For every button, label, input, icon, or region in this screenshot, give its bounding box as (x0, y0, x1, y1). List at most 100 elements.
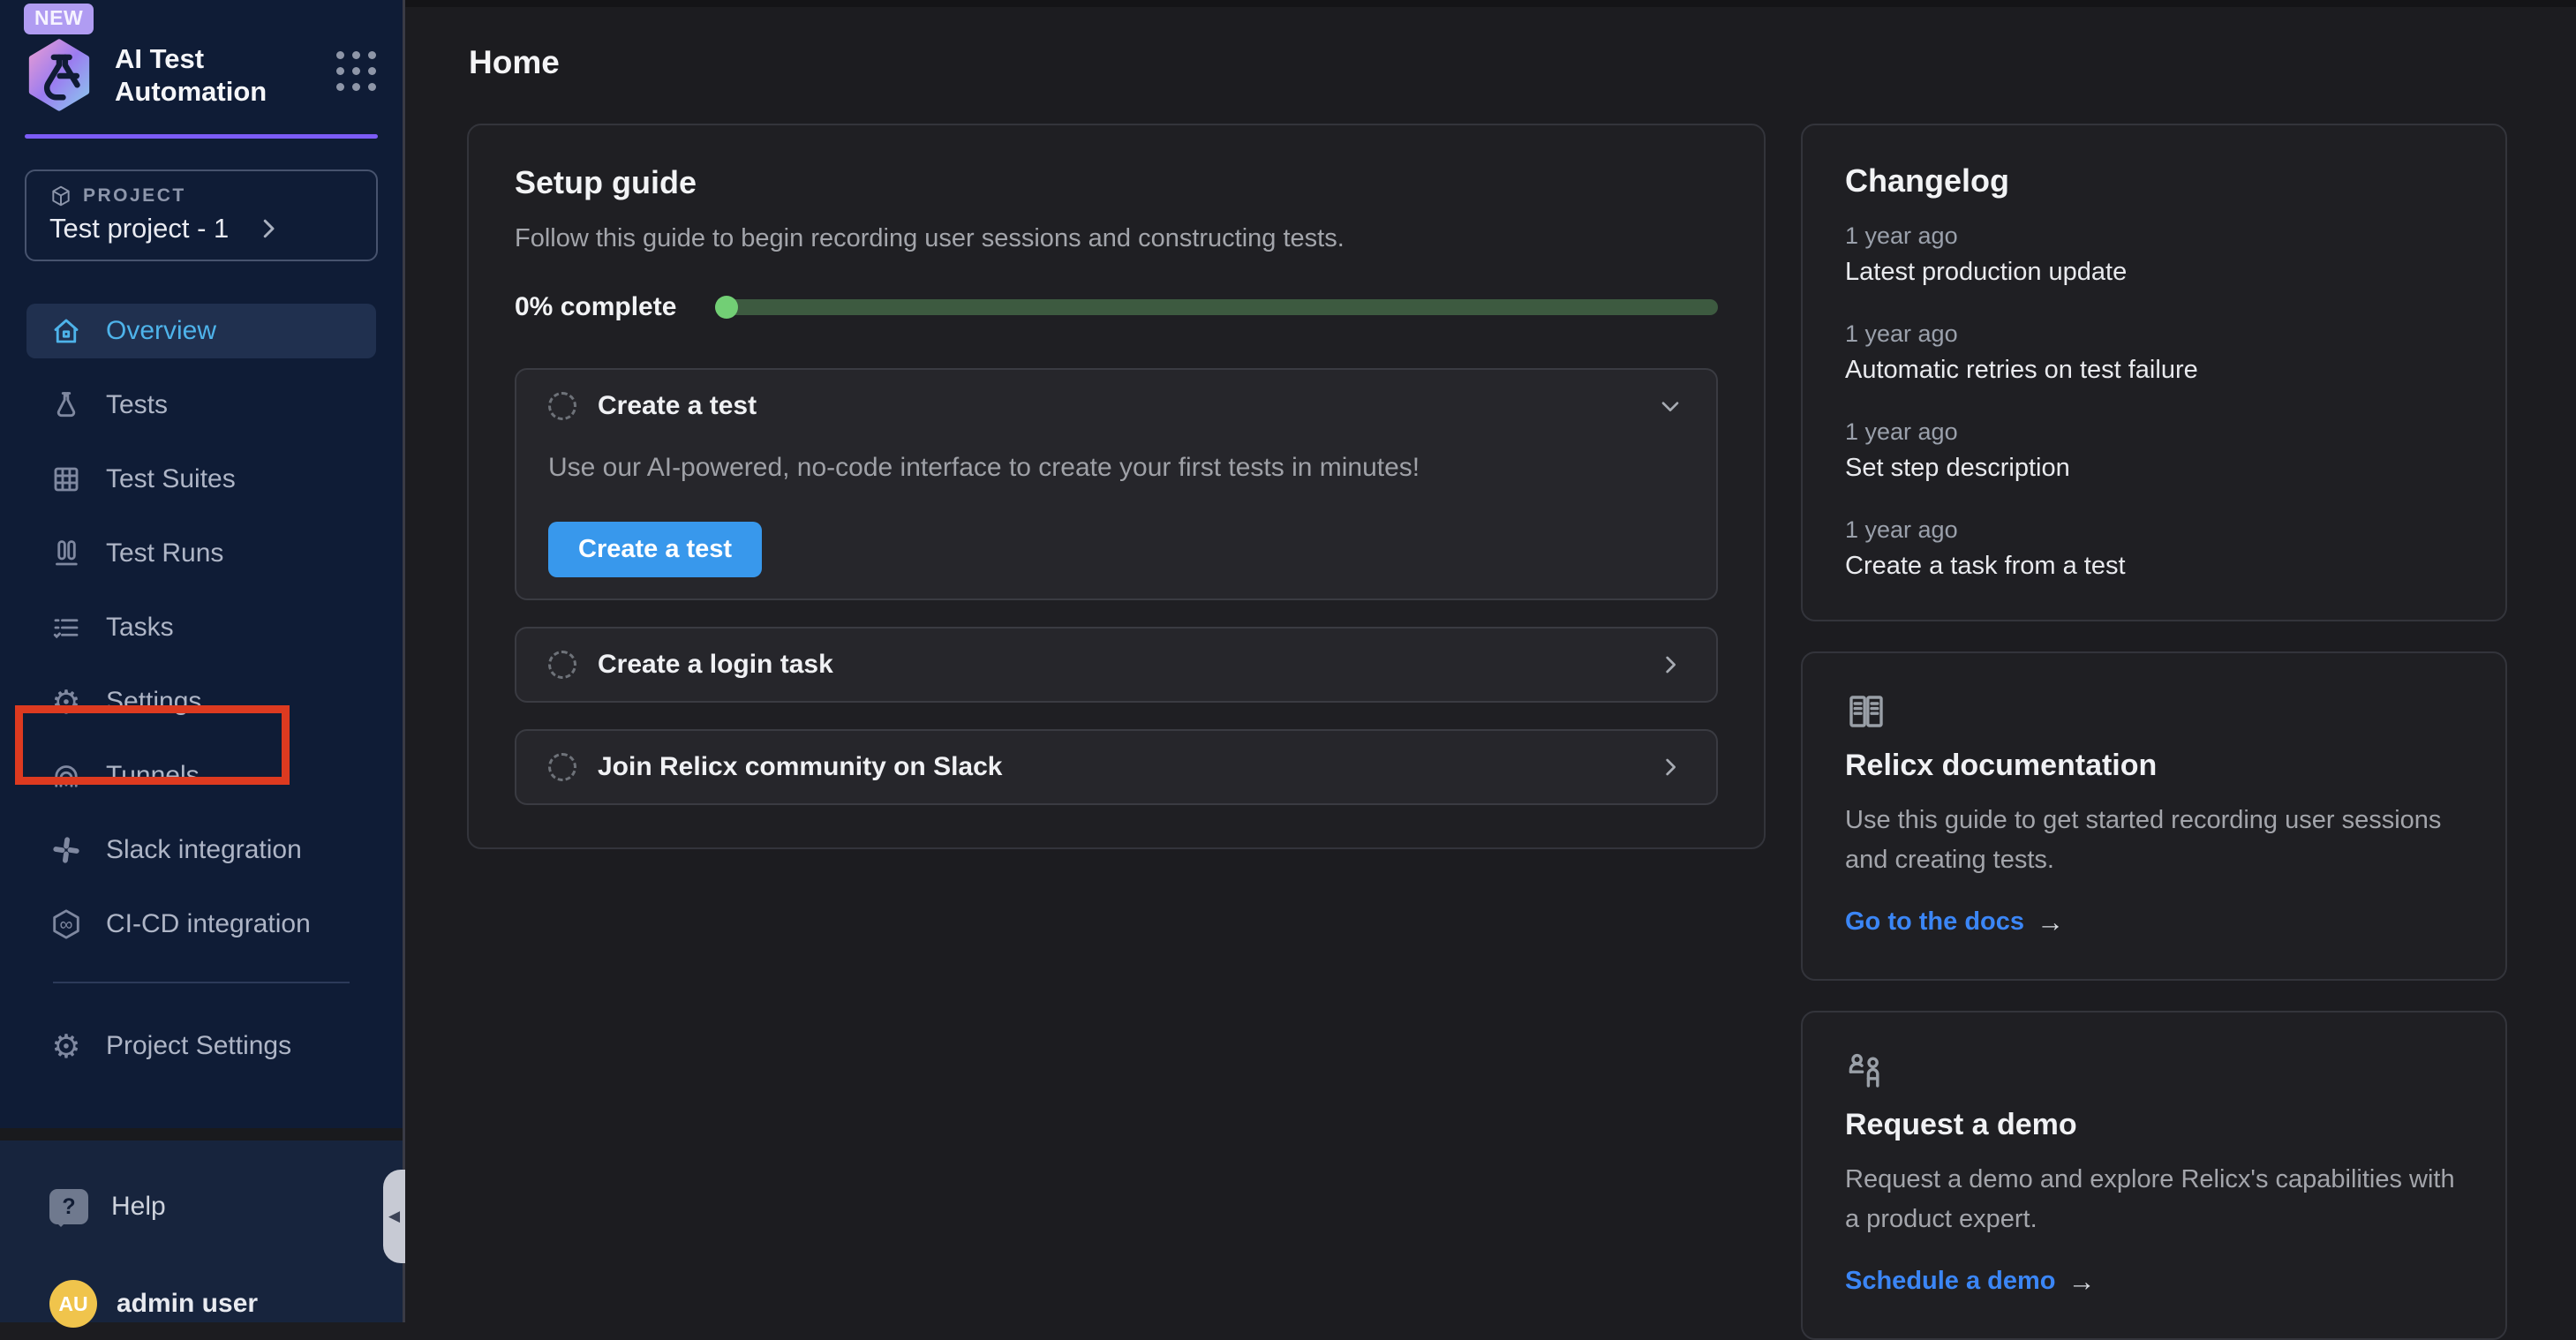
app-title: AI Test Automation (115, 42, 309, 108)
project-selector[interactable]: PROJECT Test project - 1 (25, 169, 378, 261)
sidebar-divider (53, 982, 350, 983)
task-title: Create a login task (598, 650, 833, 680)
task-header[interactable]: Create a test (548, 391, 1684, 421)
page-title: Home (469, 44, 2576, 81)
book-icon (1845, 690, 1887, 733)
task-description: Use our AI-powered, no-code interface to… (548, 453, 1684, 483)
avatar: AU (49, 1280, 97, 1328)
sidebar-item-label: Slack integration (106, 835, 302, 865)
sidebar-bottom-panel: ? Help AU admin user (0, 1128, 403, 1322)
help-icon: ? (49, 1189, 88, 1224)
arrow-right-icon: → (2068, 1266, 2096, 1298)
progress-fill (715, 296, 738, 319)
create-a-test-button[interactable]: Create a test (548, 522, 762, 577)
changelog-entry: 1 year ago Latest production update (1845, 222, 2463, 287)
chevron-left-icon: ◀ (388, 1208, 400, 1225)
setup-task-create-login-task[interactable]: Create a login task (515, 627, 1718, 703)
chevron-right-icon[interactable] (1656, 753, 1684, 781)
sidebar-item-label: Overview (106, 316, 216, 346)
sidebar-item-tasks[interactable]: Tasks (26, 600, 376, 655)
progress-bar (715, 299, 1718, 315)
status-incomplete-icon (548, 392, 576, 420)
sidebar-nav: Overview Tests Test Suites (0, 304, 403, 1073)
sidebar-item-tests[interactable]: Tests (26, 378, 376, 433)
entry-timestamp: 1 year ago (1845, 418, 2463, 446)
sidebar-item-test-runs[interactable]: Test Runs (26, 526, 376, 581)
sidebar-item-label: Tests (106, 390, 168, 420)
sidebar-item-label: Tasks (106, 613, 174, 643)
chevron-right-icon (255, 215, 282, 242)
apps-grid-icon[interactable] (336, 51, 376, 91)
sidebar-item-test-suites[interactable]: Test Suites (26, 452, 376, 507)
task-title: Create a test (598, 391, 757, 421)
main-content: Home Setup guide Follow this guide to be… (405, 0, 2576, 1322)
sidebar-item-label: Tunnels (106, 761, 200, 791)
accent-divider (25, 134, 378, 139)
project-name: Test project - 1 (49, 213, 229, 245)
task-title: Join Relicx community on Slack (598, 752, 1002, 782)
chevron-down-icon[interactable] (1656, 392, 1684, 420)
gear-icon: ⚙ (49, 686, 83, 719)
help-label: Help (111, 1192, 166, 1222)
app-window: NEW AI Test Automation (0, 0, 2576, 1322)
request-demo-title: Request a demo (1845, 1108, 2463, 1142)
go-to-docs-link[interactable]: Go to the docs → (1845, 907, 2064, 938)
entry-timestamp: 1 year ago (1845, 222, 2463, 250)
setup-task-join-slack-community[interactable]: Join Relicx community on Slack (515, 729, 1718, 805)
changelog-entry: 1 year ago Automatic retries on test fai… (1845, 320, 2463, 385)
sidebar-item-label: Test Suites (106, 464, 236, 494)
status-incomplete-icon (548, 651, 576, 679)
flask-icon (49, 389, 83, 421)
documentation-card: Relicx documentation Use this guide to g… (1801, 651, 2507, 981)
entry-timestamp: 1 year ago (1845, 320, 2463, 348)
sidebar-item-cicd-integration[interactable]: ∞ CI-CD integration (26, 897, 376, 952)
right-column: Changelog 1 year ago Latest production u… (1801, 124, 2507, 1340)
sidebar-item-project-settings[interactable]: ⚙ Project Settings (26, 1019, 376, 1073)
arrow-right-icon: → (2037, 907, 2064, 938)
test-runs-icon (49, 538, 83, 569)
changelog-entry: 1 year ago Create a task from a test (1845, 516, 2463, 581)
changelog-title: Changelog (1845, 162, 2463, 199)
request-demo-card: Request a demo Request a demo and explor… (1801, 1011, 2507, 1340)
people-icon (1845, 1050, 1887, 1092)
user-name: admin user (117, 1289, 258, 1319)
setup-progress: 0% complete (515, 292, 1718, 322)
tunnel-icon (49, 760, 83, 792)
home-icon (49, 315, 83, 347)
changelog-entry: 1 year ago Set step description (1845, 418, 2463, 483)
progress-label: 0% complete (515, 292, 676, 322)
relicx-logo-icon (23, 37, 95, 113)
help-button[interactable]: ? Help (26, 1179, 376, 1234)
entry-title: Set step description (1845, 454, 2463, 483)
gear-icon: ⚙ (49, 1030, 83, 1063)
sidebar-item-label: Test Runs (106, 538, 223, 568)
entry-title: Create a task from a test (1845, 552, 2463, 581)
setup-task-create-a-test: Create a test Use our AI-powered, no-cod… (515, 368, 1718, 600)
setup-guide-card: Setup guide Follow this guide to begin r… (467, 124, 1766, 849)
project-cube-icon (49, 184, 72, 207)
sidebar-item-tunnels[interactable]: Tunnels (26, 749, 376, 803)
sidebar-item-label: Project Settings (106, 1031, 291, 1061)
grid-icon (49, 463, 83, 495)
chevron-right-icon[interactable] (1656, 651, 1684, 679)
documentation-title: Relicx documentation (1845, 749, 2463, 783)
documentation-description: Use this guide to get started recording … (1845, 801, 2463, 880)
entry-title: Automatic retries on test failure (1845, 356, 2463, 385)
sidebar-item-settings[interactable]: ⚙ Settings (26, 674, 376, 729)
sidebar: NEW AI Test Automation (0, 0, 405, 1322)
sidebar-item-label: Settings (106, 687, 201, 717)
setup-guide-description: Follow this guide to begin recording use… (515, 224, 1718, 253)
setup-guide-title: Setup guide (515, 164, 1718, 201)
sidebar-item-overview[interactable]: Overview (26, 304, 376, 358)
sidebar-collapse-handle[interactable]: ◀ (383, 1170, 405, 1263)
user-menu[interactable]: AU admin user (26, 1280, 376, 1328)
cicd-infinity-icon: ∞ (49, 907, 83, 941)
tasks-list-icon (49, 612, 83, 644)
project-label: PROJECT (83, 185, 186, 207)
sidebar-item-slack-integration[interactable]: Slack integration (26, 823, 376, 877)
entry-title: Latest production update (1845, 258, 2463, 287)
status-incomplete-icon (548, 753, 576, 781)
request-demo-description: Request a demo and explore Relicx's capa… (1845, 1160, 2463, 1239)
changelog-card: Changelog 1 year ago Latest production u… (1801, 124, 2507, 621)
schedule-demo-link[interactable]: Schedule a demo → (1845, 1266, 2096, 1298)
